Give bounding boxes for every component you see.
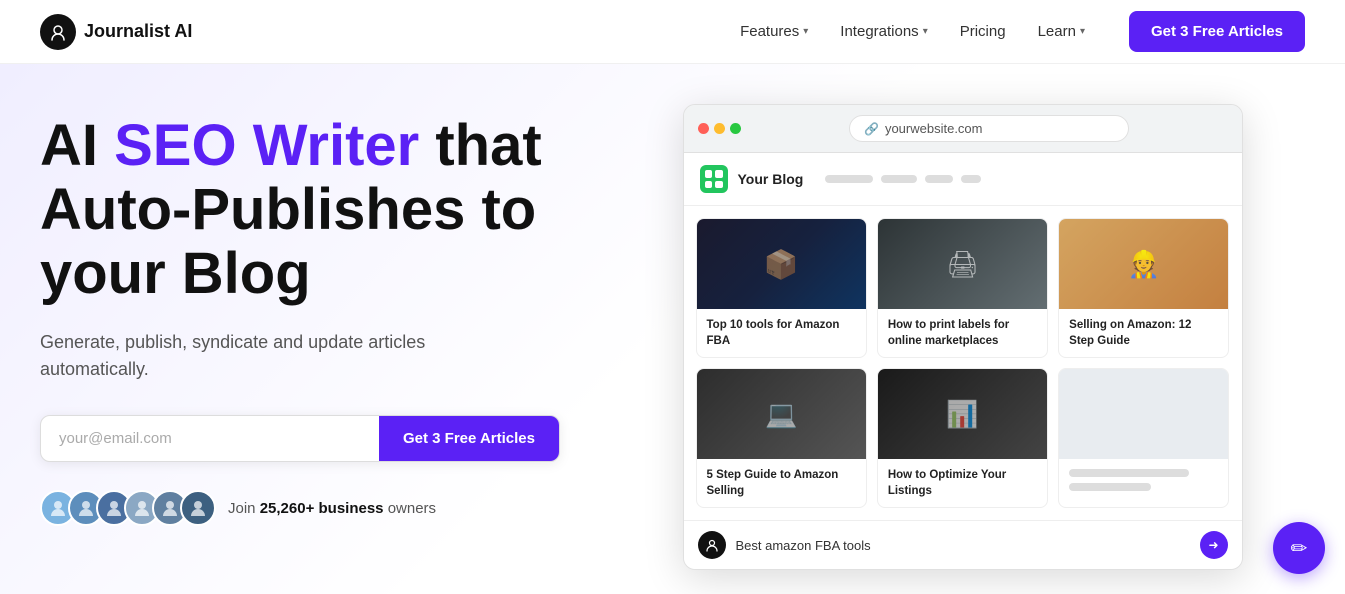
nav-pricing[interactable]: Pricing (948, 15, 1018, 48)
card-image: 👷 (1059, 219, 1228, 309)
chevron-down-icon: ▾ (923, 26, 928, 37)
social-proof: Join 25,260+ business owners (40, 490, 600, 526)
nav-cta-button[interactable]: Get 3 Free Articles (1129, 11, 1305, 52)
card-image: 🖨 (878, 219, 1047, 309)
card-body: Top 10 tools for Amazon FBA (697, 309, 866, 357)
card-title: Top 10 tools for Amazon FBA (707, 317, 856, 349)
email-cta-button[interactable]: Get 3 Free Articles (379, 416, 559, 461)
navbar: Journalist AI Features ▾ Integrations ▾ … (0, 0, 1345, 64)
nav-learn[interactable]: Learn ▾ (1026, 15, 1097, 48)
card-body: 5 Step Guide to Amazon Selling (697, 459, 866, 507)
blog-card-placeholder (1058, 368, 1229, 508)
card-title: How to print labels for online marketpla… (888, 317, 1037, 349)
chevron-down-icon: ▾ (1080, 26, 1085, 37)
card-title: Selling on Amazon: 12 Step Guide (1069, 317, 1218, 349)
nav-features[interactable]: Features ▾ (728, 15, 820, 48)
avatars (40, 490, 216, 526)
placeholder-line (1069, 469, 1188, 477)
chat-icon: ✏ (1291, 536, 1308, 561)
email-form: Get 3 Free Articles (40, 415, 560, 462)
card-body: How to Optimize Your Listings (878, 459, 1047, 507)
hero-title: AI SEO Writer that Auto-Publishes to you… (40, 114, 600, 305)
hero-left: AI SEO Writer that Auto-Publishes to you… (40, 104, 600, 526)
ai-search-send-button[interactable]: ➜ (1200, 531, 1228, 559)
card-image: 📦 (697, 219, 866, 309)
hero-section: AI SEO Writer that Auto-Publishes to you… (0, 64, 1345, 594)
fullscreen-button-dot (730, 123, 741, 134)
blog-card: 📦 Top 10 tools for Amazon FBA (696, 218, 867, 358)
blog-logo-icon (700, 165, 728, 193)
logo-icon (40, 14, 76, 50)
blog-name: Your Blog (738, 171, 804, 187)
card-title: 5 Step Guide to Amazon Selling (707, 467, 856, 499)
blog-header: Your Blog (684, 153, 1242, 206)
browser-url-bar: 🔗 yourwebsite.com (849, 115, 1129, 142)
nav-integrations[interactable]: Integrations ▾ (828, 15, 939, 48)
browser-traffic-lights (698, 123, 741, 134)
hero-title-highlight: SEO Writer (114, 113, 419, 178)
nav-line (825, 175, 873, 183)
placeholder-line (1069, 483, 1151, 491)
blog-card: 👷 Selling on Amazon: 12 Step Guide (1058, 218, 1229, 358)
logo-dot (705, 181, 713, 189)
logo-dot (705, 170, 713, 178)
ai-logo-icon (698, 531, 726, 559)
blog-nav (825, 175, 981, 183)
nav-links: Features ▾ Integrations ▾ Pricing Learn … (728, 15, 1097, 48)
nav-line (961, 175, 981, 183)
social-proof-count: 25,260+ business (260, 500, 384, 517)
blog-card: 💻 5 Step Guide to Amazon Selling (696, 368, 867, 508)
card-body: Selling on Amazon: 12 Step Guide (1059, 309, 1228, 357)
email-input[interactable] (41, 416, 379, 461)
nav-line (925, 175, 953, 183)
hero-right: 🔗 yourwebsite.com Your Blog (600, 104, 1305, 570)
social-proof-text: Join 25,260+ business owners (228, 500, 436, 517)
logo-dot (715, 170, 723, 178)
card-image: 📊 (878, 369, 1047, 459)
url-text: yourwebsite.com (885, 121, 983, 136)
card-placeholder-lines (1059, 459, 1228, 501)
link-icon: 🔗 (864, 122, 879, 136)
card-title: How to Optimize Your Listings (888, 467, 1037, 499)
card-image: 💻 (697, 369, 866, 459)
chevron-down-icon: ▾ (803, 26, 808, 37)
card-image (1059, 369, 1228, 459)
blog-card: 🖨 How to print labels for online marketp… (877, 218, 1048, 358)
hero-subtitle: Generate, publish, syndicate and update … (40, 329, 460, 383)
blog-grid: 📦 Top 10 tools for Amazon FBA 🖨 How to p… (684, 206, 1242, 520)
logo-text: Journalist AI (84, 21, 192, 42)
chat-bubble-button[interactable]: ✏ (1273, 522, 1325, 574)
avatar (180, 490, 216, 526)
logo-dot (715, 181, 723, 189)
nav-line (881, 175, 917, 183)
card-body: How to print labels for online marketpla… (878, 309, 1047, 357)
browser-bar: 🔗 yourwebsite.com (684, 105, 1242, 153)
close-button-dot (698, 123, 709, 134)
logo[interactable]: Journalist AI (40, 14, 192, 50)
blog-card: 📊 How to Optimize Your Listings (877, 368, 1048, 508)
ai-search-bar: Best amazon FBA tools ➜ (684, 520, 1242, 569)
browser-mockup: 🔗 yourwebsite.com Your Blog (683, 104, 1243, 570)
ai-search-text: Best amazon FBA tools (736, 538, 1190, 553)
minimize-button-dot (714, 123, 725, 134)
